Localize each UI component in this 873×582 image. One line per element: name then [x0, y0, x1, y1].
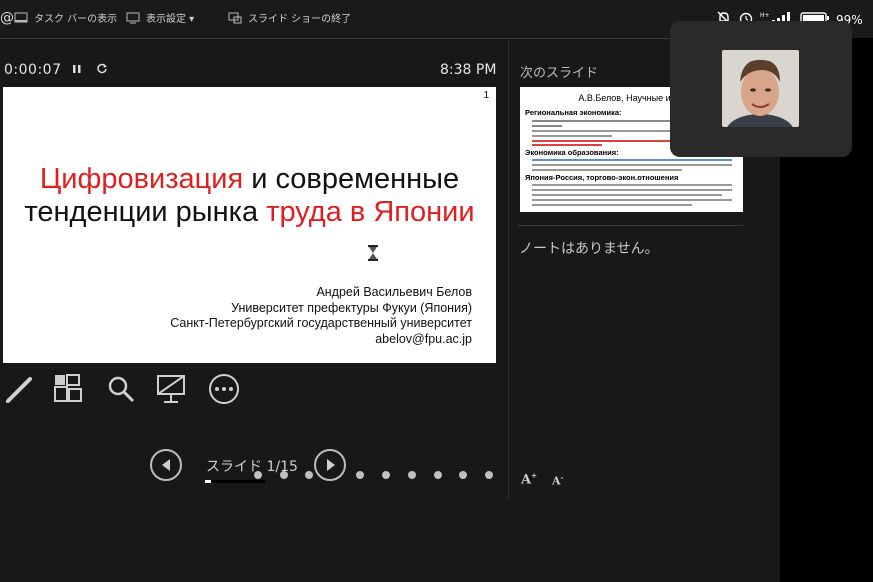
display-settings-label: 表示設定 ▾ [146, 14, 195, 25]
page-dot [434, 471, 442, 479]
title-part-2: и современные [243, 163, 460, 195]
author-block: Андрей Васильевич Белов Университет преф… [170, 285, 472, 347]
pen-icon [6, 377, 32, 403]
next-slide-label: 次のスライド [520, 66, 599, 81]
slide-title: Цифровизация и современные тенденции рын… [3, 163, 496, 229]
next-arrow-icon [327, 459, 335, 471]
next-slide-button[interactable] [314, 449, 346, 481]
title-part-red-4: труда в Японии [266, 196, 475, 228]
show-taskbar-button[interactable]: タスク バーの表示 [14, 10, 117, 25]
slide-number: 1 [483, 90, 489, 101]
display-settings-icon [126, 12, 140, 24]
clock: 8:38 PM [440, 62, 497, 78]
title-part-red-1: Цифровизация [39, 163, 244, 195]
restart-icon [97, 63, 107, 74]
pause-timer-button[interactable] [72, 63, 82, 78]
hourglass-cursor-icon [367, 245, 379, 261]
text-line [532, 164, 732, 166]
text-line [532, 144, 602, 146]
next-slide-heading-3: Япония-Россия, торгово-экон.отношения [525, 173, 679, 182]
end-show-icon [228, 12, 242, 24]
page-dot [305, 471, 313, 479]
slide-progress-fill [205, 480, 211, 483]
page-dot [485, 471, 493, 479]
more-options-button[interactable] [207, 372, 241, 406]
black-screen-button[interactable] [155, 372, 189, 406]
participant-avatar [722, 50, 799, 127]
page-dot [459, 471, 467, 479]
increase-font-button[interactable]: A+ [521, 471, 537, 487]
text-line [532, 194, 722, 196]
text-line [532, 125, 562, 127]
at-icon: @ [0, 10, 14, 26]
author-affiliation-2: Санкт-Петербургский государственный унив… [170, 316, 472, 330]
end-slideshow-button[interactable]: スライド ショーの終了 [228, 10, 351, 25]
pause-icon [73, 65, 81, 73]
end-show-label: スライド ショーの終了 [248, 14, 352, 25]
previous-arrow-icon [162, 459, 170, 471]
author-email: abelov@fpu.ac.jp [375, 331, 472, 346]
restart-timer-button[interactable] [96, 63, 108, 78]
see-all-slides-button[interactable] [52, 372, 86, 406]
title-part-3: тенденции рынка [24, 196, 267, 228]
next-slide-heading-2: Экономика образования: [525, 148, 619, 157]
previous-slide-button[interactable] [150, 449, 182, 481]
magnifier-icon [108, 376, 135, 403]
black-screen-icon [157, 375, 185, 403]
author-affiliation-1: Университет префектуры Фукуи (Япония) [231, 300, 472, 315]
pen-tool-button[interactable] [3, 372, 37, 406]
display-settings-button[interactable]: 表示設定 ▾ [126, 10, 194, 25]
page-dot [382, 471, 390, 479]
grid-slides-icon [54, 374, 82, 402]
text-line [532, 189, 732, 191]
speaker-notes: ノートはありません。 [519, 241, 659, 257]
current-slide[interactable]: 1 Цифровизация и современные тенденции р… [3, 87, 496, 363]
pane-divider [508, 40, 509, 500]
text-line [532, 159, 732, 161]
decrease-font-button[interactable]: A- [552, 473, 563, 488]
next-slide-heading-1: Региональная экономика: [525, 108, 622, 117]
text-line [532, 199, 732, 201]
video-call-overlay[interactable] [670, 21, 852, 157]
zoom-button[interactable] [104, 372, 138, 406]
text-line [532, 184, 732, 186]
page-dot [254, 471, 262, 479]
svg-text:H+: H+ [760, 12, 770, 19]
page-dot [280, 471, 288, 479]
slide-progress-track [205, 480, 265, 483]
text-line [532, 204, 692, 206]
author-name: Андрей Васильевич Белов [316, 285, 472, 299]
elapsed-timer: 0:00:07 [4, 62, 62, 78]
show-taskbar-label: タスク バーの表示 [34, 14, 118, 25]
text-line [532, 135, 612, 137]
taskbar-icon [14, 12, 28, 24]
more-icon [209, 374, 239, 404]
page-dot [356, 471, 364, 479]
toolbar-divider [0, 38, 780, 39]
notes-divider [518, 225, 743, 226]
text-line [532, 169, 682, 171]
page-dot [408, 471, 416, 479]
